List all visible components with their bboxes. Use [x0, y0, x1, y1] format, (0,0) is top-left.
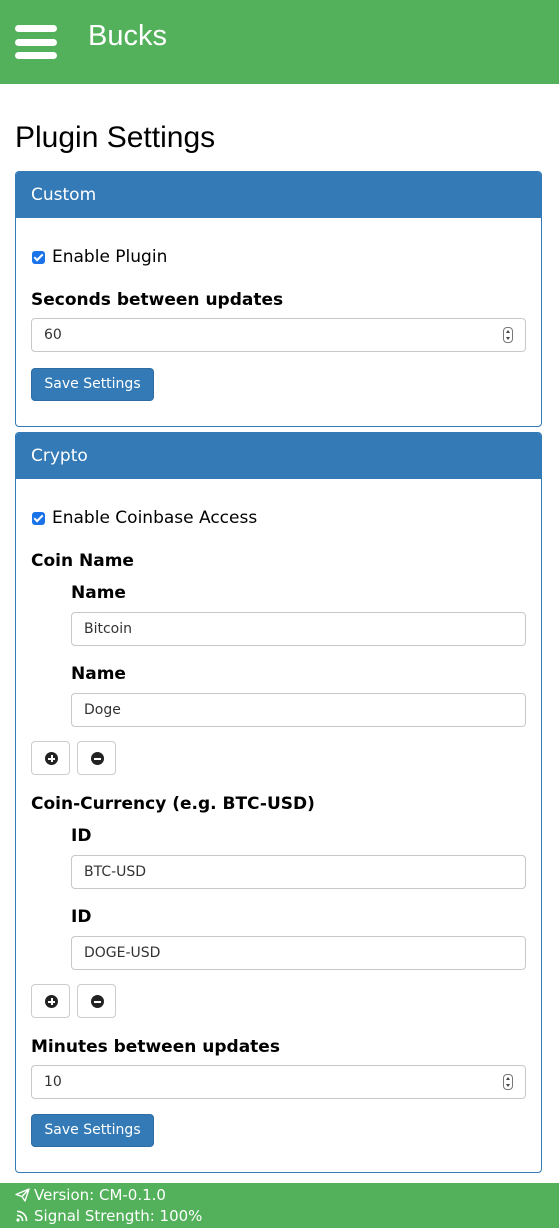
crypto-panel-heading: Crypto [16, 433, 541, 479]
coin-currency-1-input[interactable]: BTC-USD [71, 855, 526, 889]
paper-plane-icon [15, 1188, 30, 1202]
minutes-input-value: 10 [44, 1074, 62, 1090]
custom-save-button[interactable]: Save Settings [31, 368, 154, 401]
coin-name-2-input[interactable]: Doge [71, 693, 526, 727]
enable-plugin-label[interactable]: Enable Plugin [52, 246, 167, 268]
page-title: Plugin Settings [15, 121, 216, 154]
minutes-input[interactable]: 10 [31, 1065, 526, 1099]
enable-coinbase-row: Enable Coinbase Access [31, 507, 257, 529]
coin-currency-1-value: BTC-USD [84, 864, 147, 880]
coin-name-1-label: Name [71, 583, 126, 603]
top-navbar: Bucks [0, 0, 559, 84]
minus-circle-icon [91, 995, 104, 1008]
coin-currency-1-label: ID [71, 826, 92, 846]
enable-plugin-checkbox[interactable] [32, 250, 45, 264]
custom-panel-heading: Custom [16, 172, 541, 218]
brand-title[interactable]: Bucks [88, 19, 167, 53]
coin-name-2-label: Name [71, 664, 126, 684]
minutes-label: Minutes between updates [31, 1037, 280, 1057]
signal-text: Signal Strength: 100% [34, 1207, 203, 1225]
coin-name-1-input[interactable]: Bitcoin [71, 612, 526, 646]
seconds-label: Seconds between updates [31, 290, 284, 310]
crypto-save-button[interactable]: Save Settings [31, 1114, 154, 1147]
rss-signal-icon [16, 1210, 28, 1222]
plus-circle-icon [45, 752, 58, 765]
seconds-input-value: 60 [44, 327, 62, 343]
status-footer: Version: CM-0.1.0 Signal Strength: 100% [0, 1183, 559, 1228]
coin-name-2-value: Doge [84, 702, 121, 718]
enable-plugin-row: Enable Plugin [31, 246, 167, 268]
signal-line: Signal Strength: 100% [15, 1206, 202, 1226]
coin-currency-2-label: ID [71, 907, 92, 927]
add-coin-currency-button[interactable] [31, 984, 70, 1018]
coin-name-1-value: Bitcoin [84, 621, 133, 637]
crypto-panel: Crypto Enable Coinbase Access Coin Name … [15, 432, 542, 1173]
add-coin-name-button[interactable] [31, 741, 70, 775]
hamburger-menu-icon[interactable] [15, 25, 57, 59]
remove-coin-currency-button[interactable] [77, 984, 116, 1018]
coin-name-label: Coin Name [31, 551, 134, 571]
seconds-spinner-icon[interactable] [503, 327, 513, 343]
coin-currency-2-value: DOGE-USD [84, 945, 161, 961]
enable-coinbase-checkbox[interactable] [32, 511, 45, 525]
version-text: Version: CM-0.1.0 [34, 1186, 166, 1204]
enable-coinbase-label[interactable]: Enable Coinbase Access [52, 507, 257, 529]
coin-currency-2-input[interactable]: DOGE-USD [71, 936, 526, 970]
coin-currency-label: Coin-Currency (e.g. BTC-USD) [31, 794, 315, 814]
plus-circle-icon [45, 995, 58, 1008]
custom-panel: Custom Enable Plugin Seconds between upd… [15, 171, 542, 427]
remove-coin-name-button[interactable] [77, 741, 116, 775]
minus-circle-icon [91, 752, 104, 765]
version-line: Version: CM-0.1.0 [15, 1185, 166, 1205]
minutes-spinner-icon[interactable] [503, 1074, 513, 1090]
seconds-input[interactable]: 60 [31, 318, 526, 352]
